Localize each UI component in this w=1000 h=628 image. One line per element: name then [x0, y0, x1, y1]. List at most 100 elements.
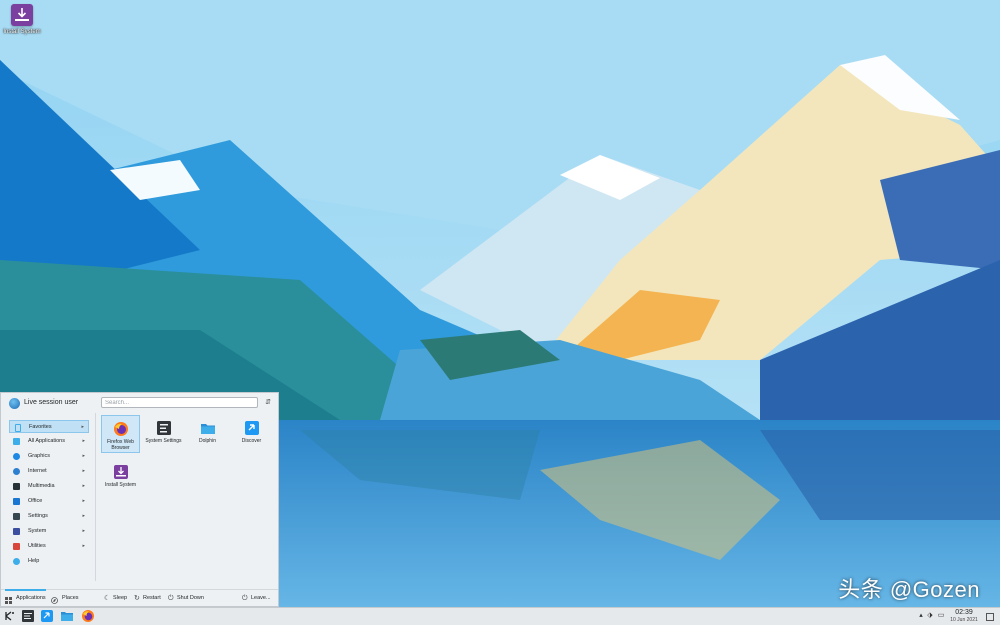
shut-down-label: Shut Down: [177, 595, 204, 601]
install-system-icon: [113, 464, 129, 480]
configure-icon[interactable]: ⇵: [263, 397, 273, 408]
tray-expand-icon[interactable]: ▴: [917, 612, 925, 620]
internet-icon: [13, 468, 20, 475]
kde-menu-icon: [5, 611, 14, 621]
desktop-icon-label: Install System: [3, 29, 41, 35]
restart-button[interactable]: ↻ Restart: [134, 590, 161, 607]
leave-icon: ⏻: [242, 595, 248, 602]
launcher-header: Live session user ⇵: [1, 393, 278, 413]
chevron-right-icon: ▸: [81, 424, 84, 430]
sleep-label: Sleep: [113, 595, 128, 601]
clock-date[interactable]: 10 Jun 2021: [947, 617, 981, 623]
app-install-system[interactable]: Install System: [101, 459, 140, 497]
system-settings-icon: [156, 420, 172, 436]
chevron-right-icon: ▸: [82, 528, 85, 534]
category-office[interactable]: Office ▸: [9, 495, 89, 508]
app-system-settings[interactable]: System Settings: [144, 415, 183, 453]
network-icon[interactable]: ⬗: [926, 612, 934, 620]
firefox-icon: [113, 421, 129, 437]
category-label: Office: [28, 498, 43, 504]
chevron-right-icon: ▸: [82, 468, 85, 474]
category-internet[interactable]: Internet ▸: [9, 465, 89, 478]
category-label: All Applications: [28, 438, 65, 444]
category-settings[interactable]: Settings ▸: [9, 510, 89, 523]
tab-applications[interactable]: Applications: [5, 589, 46, 607]
show-desktop-icon[interactable]: [986, 613, 994, 621]
chevron-right-icon: ▸: [82, 483, 85, 489]
applications-icon: [5, 595, 12, 604]
task-discover[interactable]: [40, 609, 54, 623]
category-label: Multimedia: [28, 483, 55, 489]
tab-places[interactable]: Places: [51, 590, 79, 607]
app-label: Firefox Web Browser: [107, 439, 134, 451]
task-dolphin[interactable]: [60, 609, 74, 623]
app-label: System Settings: [145, 438, 182, 444]
leave-label: Leave...: [251, 595, 271, 601]
category-label: Utilities: [28, 543, 46, 549]
all-applications-icon: [13, 438, 20, 445]
firefox-icon: [82, 610, 94, 622]
sleep-button[interactable]: ☾ Sleep: [104, 590, 127, 607]
category-favorites[interactable]: Favorites ▸: [9, 420, 89, 433]
tab-label: Places: [62, 595, 79, 601]
user-name: Live session user: [24, 399, 79, 406]
power-icon: ⏻: [168, 595, 174, 602]
category-system[interactable]: System ▸: [9, 525, 89, 538]
app-discover[interactable]: Discover: [232, 415, 271, 453]
settings-icon: [13, 513, 20, 520]
watermark: 头条 @Gozen: [838, 577, 980, 602]
discover-icon: [244, 420, 260, 436]
help-icon: [13, 558, 20, 565]
category-label: Graphics: [28, 453, 51, 459]
app-dolphin[interactable]: Dolphin: [188, 415, 227, 453]
restart-icon: ↻: [134, 595, 140, 602]
category-graphics[interactable]: Graphics ▸: [9, 450, 89, 463]
favorites-grid: Firefox Web Browser System Settings Dolp…: [101, 415, 276, 525]
restart-label: Restart: [143, 595, 161, 601]
system-settings-icon: [22, 610, 34, 622]
office-icon: [13, 498, 20, 505]
clock-time[interactable]: 02:39: [947, 609, 981, 616]
discover-icon: [41, 610, 53, 622]
category-help[interactable]: Help: [9, 555, 89, 568]
sleep-icon: ☾: [104, 595, 111, 602]
application-launcher-button[interactable]: [3, 609, 17, 623]
launcher-footer: Applications Places ☾ Sleep ↻ Restart ⏻ …: [1, 589, 278, 608]
dolphin-icon: [200, 420, 216, 436]
places-icon: [51, 595, 58, 604]
search-input[interactable]: [101, 397, 258, 408]
category-all-applications[interactable]: All Applications ▸: [9, 435, 89, 448]
shut-down-button[interactable]: ⏻ Shut Down: [168, 590, 204, 607]
chevron-right-icon: ▸: [82, 513, 85, 519]
task-firefox[interactable]: [81, 609, 95, 623]
app-label: Dolphin: [199, 438, 216, 444]
install-system-icon: [11, 4, 33, 26]
graphics-icon: [13, 453, 20, 460]
app-firefox[interactable]: Firefox Web Browser: [101, 415, 140, 453]
category-sidebar: Favorites ▸ All Applications ▸ Graphics …: [1, 413, 96, 581]
category-label: Favorites: [29, 424, 52, 430]
system-icon: [13, 528, 20, 535]
category-utilities[interactable]: Utilities ▸: [9, 540, 89, 553]
task-system-settings[interactable]: [21, 609, 35, 623]
category-label: Settings: [28, 513, 48, 519]
desktop-icon-install-system[interactable]: Install System: [2, 4, 42, 35]
taskbar: ▴ ⬗ ▭ 02:39 10 Jun 2021: [0, 607, 1000, 625]
display-icon[interactable]: ▭: [937, 612, 945, 620]
multimedia-icon: [13, 483, 20, 490]
category-label: Internet: [28, 468, 47, 474]
category-label: System: [28, 528, 47, 534]
user-avatar[interactable]: [9, 398, 20, 409]
chevron-right-icon: ▸: [82, 543, 85, 549]
leave-button[interactable]: ⏻ Leave...: [242, 590, 271, 607]
chevron-right-icon: ▸: [82, 453, 85, 459]
utilities-icon: [13, 543, 20, 550]
application-launcher: Live session user ⇵ Favorites ▸ All Appl…: [0, 392, 279, 607]
dolphin-icon: [61, 612, 73, 621]
chevron-right-icon: ▸: [82, 498, 85, 504]
app-label: Discover: [241, 438, 262, 444]
category-label: Help: [28, 558, 40, 564]
category-multimedia[interactable]: Multimedia ▸: [9, 480, 89, 493]
app-label: Install System: [104, 482, 137, 488]
tab-label: Applications: [16, 595, 46, 601]
